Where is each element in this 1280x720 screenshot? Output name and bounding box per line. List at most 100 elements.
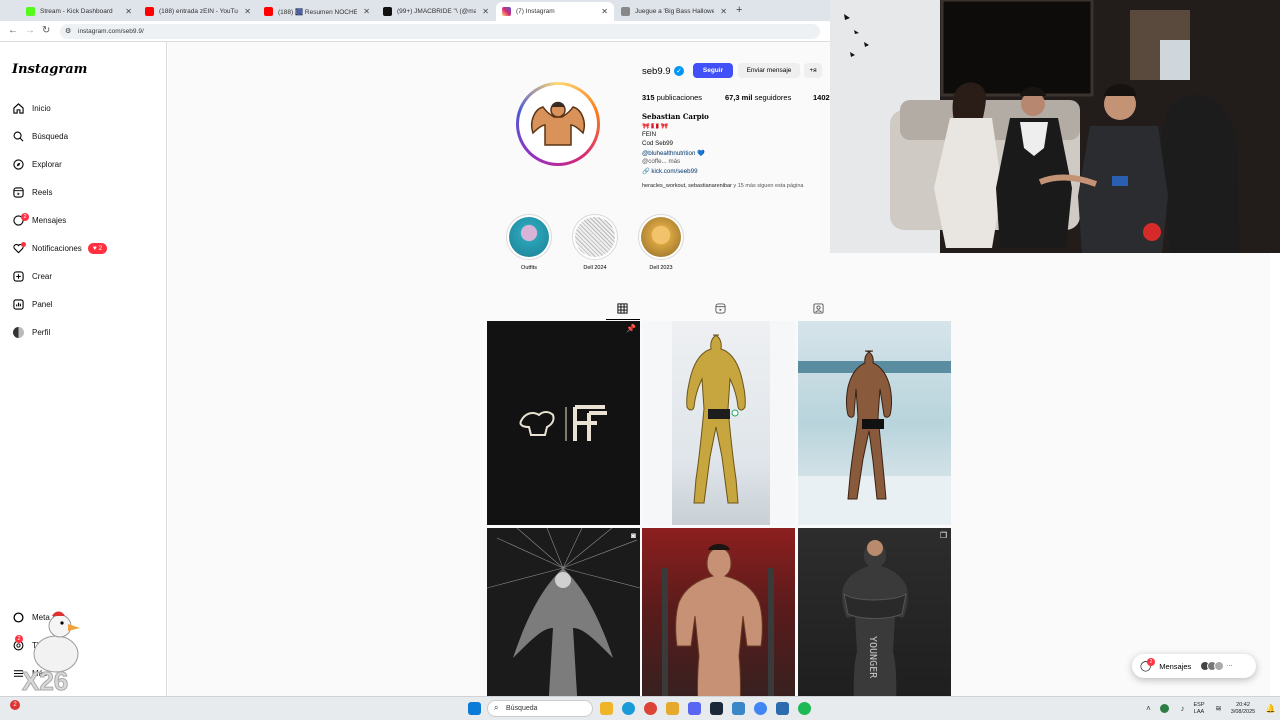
edge-icon[interactable] bbox=[622, 702, 635, 715]
post-stage-tan[interactable] bbox=[798, 321, 951, 525]
back-icon[interactable]: ← bbox=[8, 25, 18, 36]
app-icon[interactable] bbox=[732, 702, 745, 715]
followers-stat[interactable]: 67,3 mil seguidores bbox=[725, 93, 791, 102]
taskbar-search-input[interactable]: ⌕ Búsqueda bbox=[487, 700, 593, 717]
store-icon[interactable] bbox=[776, 702, 789, 715]
close-icon[interactable]: ✕ bbox=[720, 7, 727, 16]
browser-tab[interactable]: (99+) JMACBRIDE "\ (@macbr... ✕ bbox=[377, 2, 495, 21]
kick-icon bbox=[26, 7, 35, 16]
sidebar-item-reels[interactable]: Reels bbox=[12, 183, 52, 201]
sidebar-item-perfil[interactable]: Perfil bbox=[12, 323, 50, 341]
page-icon bbox=[621, 7, 630, 16]
bio-line: FEIN bbox=[642, 131, 657, 138]
carousel-icon: ❐ bbox=[939, 531, 947, 540]
highlight-outfits[interactable]: Outfits bbox=[506, 214, 552, 271]
wifi-icon[interactable]: ≋ bbox=[1212, 702, 1225, 715]
bio-line: Cod Seb99 bbox=[642, 140, 673, 147]
chrome-icon[interactable] bbox=[754, 702, 767, 715]
notifications-bell-icon[interactable]: 🔔 bbox=[1264, 702, 1277, 715]
highlight-dell-2024[interactable]: Dell 2024 bbox=[572, 214, 618, 271]
dashboard-icon bbox=[12, 298, 24, 310]
profile-avatar[interactable] bbox=[516, 82, 600, 166]
post-gym[interactable] bbox=[642, 528, 795, 696]
highlight-cover bbox=[638, 214, 684, 260]
address-bar: ← → ↻ ⚙ instagram.com/seb9.9/ bbox=[0, 21, 830, 42]
followed-by-text[interactable]: heracles_workout, sebastianarenibar y 15… bbox=[642, 183, 803, 189]
steam-icon[interactable] bbox=[710, 702, 723, 715]
tab-posts-grid-icon[interactable] bbox=[616, 302, 628, 314]
forward-icon[interactable]: → bbox=[25, 25, 35, 36]
reels-icon bbox=[12, 186, 24, 198]
sidebar-item-busqueda[interactable]: Búsqueda bbox=[12, 127, 68, 145]
sidebar-item-inicio[interactable]: Inicio bbox=[12, 99, 51, 117]
chrome-icon[interactable] bbox=[644, 702, 657, 715]
browser-tab-bar: Stream - Kick Dashboard ✕ (188) entrada … bbox=[0, 0, 830, 21]
post-angel[interactable]: ◙ bbox=[487, 528, 640, 696]
bio-line: 🎀 🇵🇪 🎀 bbox=[642, 123, 669, 130]
profile-tabs bbox=[486, 300, 952, 320]
tab-reels-icon[interactable] bbox=[714, 302, 726, 314]
pinned-icon: 📌 bbox=[626, 324, 636, 333]
sidebar-item-mensajes[interactable]: 2 Mensajes bbox=[12, 211, 66, 229]
follow-button[interactable]: Seguir bbox=[693, 63, 733, 78]
close-icon[interactable]: ✕ bbox=[244, 7, 251, 16]
windows-start-icon[interactable] bbox=[468, 702, 481, 715]
youtube-icon bbox=[145, 7, 154, 16]
bodybuilder-avatar-icon bbox=[521, 87, 595, 161]
browser-tab[interactable]: Stream - Kick Dashboard ✕ bbox=[20, 2, 138, 21]
url-input[interactable]: ⚙ instagram.com/seb9.9/ bbox=[60, 24, 820, 39]
post-logo[interactable]: 📌 bbox=[487, 321, 640, 525]
bio-mention-link[interactable]: @bluhealthnutrition 💙 bbox=[642, 149, 705, 157]
new-tab-icon[interactable]: + bbox=[736, 4, 742, 16]
avatar bbox=[1214, 661, 1225, 671]
tab-tagged-icon[interactable] bbox=[812, 302, 824, 314]
post-stage-gold[interactable] bbox=[642, 321, 795, 525]
instagram-sidebar: Instagram Inicio Búsqueda Explorar Reels… bbox=[0, 42, 167, 697]
posts-stat: 315 publicaciones bbox=[642, 93, 703, 102]
close-icon[interactable]: ✕ bbox=[601, 7, 608, 16]
heart-icon bbox=[12, 242, 26, 254]
close-icon[interactable]: ✕ bbox=[125, 7, 132, 16]
clock[interactable]: 20:42 3/08/2025 bbox=[1226, 702, 1260, 716]
svg-text:YOUNGER: YOUNGER bbox=[867, 636, 878, 679]
bio-more-link[interactable]: @coffe... más bbox=[642, 158, 680, 165]
highlight-dell-2023[interactable]: Dell 2023 bbox=[638, 214, 684, 271]
discord-icon[interactable] bbox=[688, 702, 701, 715]
search-icon: ⌕ bbox=[494, 703, 499, 712]
send-message-button[interactable]: Enviar mensaje bbox=[738, 63, 800, 78]
instagram-logo[interactable]: Instagram bbox=[12, 62, 87, 77]
profile-full-name: Sebastian Carpio bbox=[642, 112, 709, 121]
following-stat[interactable]: 1402 bbox=[813, 93, 830, 102]
reel-icon: ◙ bbox=[631, 531, 636, 540]
search-icon bbox=[12, 130, 24, 142]
compass-icon bbox=[12, 158, 24, 170]
reload-icon[interactable]: ↻ bbox=[42, 25, 50, 36]
youtube-icon bbox=[264, 7, 273, 16]
sidebar-item-crear[interactable]: Crear bbox=[12, 267, 52, 285]
chevron-up-icon[interactable]: ˄ bbox=[1142, 702, 1155, 715]
close-icon[interactable]: ✕ bbox=[482, 7, 489, 16]
network-icon[interactable] bbox=[1160, 704, 1169, 713]
bio-external-link[interactable]: 🔗 kick.com/seeb99 bbox=[642, 167, 698, 175]
messages-floating-button[interactable]: ◯ 2 Mensajes ··· bbox=[1132, 654, 1256, 678]
browser-tab[interactable]: Juegue a 'Big Bass Halloween 3'... ✕ bbox=[615, 2, 733, 21]
close-icon[interactable]: ✕ bbox=[363, 7, 370, 16]
sidebar-item-explorar[interactable]: Explorar bbox=[12, 155, 62, 173]
app-notification-icon[interactable]: 2 bbox=[10, 700, 20, 710]
sidebar-item-panel[interactable]: Panel bbox=[12, 295, 52, 313]
site-info-icon[interactable]: ⚙ bbox=[65, 24, 71, 39]
notifications-dot bbox=[21, 242, 26, 247]
post-dark[interactable]: YOUNGER ❐ bbox=[798, 528, 951, 696]
highlight-cover bbox=[572, 214, 618, 260]
messenger-icon: 2 bbox=[12, 213, 29, 226]
browser-tab-active[interactable]: (7) Instagram ✕ bbox=[496, 2, 614, 21]
file-explorer-icon[interactable] bbox=[600, 702, 613, 715]
folder-icon[interactable] bbox=[666, 702, 679, 715]
browser-tab[interactable]: (188) 🎆 Resumen NOCHE DO... ✕ bbox=[258, 2, 376, 21]
sidebar-item-notificaciones[interactable]: Notificaciones ♥ 2 bbox=[12, 239, 108, 257]
instagram-icon bbox=[502, 7, 511, 16]
language-indicator[interactable]: ESP LAA bbox=[1188, 702, 1210, 716]
browser-tab[interactable]: (188) entrada zEIN - YouTube ✕ bbox=[139, 2, 257, 21]
suggest-account-button[interactable]: +ᴙ bbox=[804, 63, 822, 78]
spotify-icon[interactable] bbox=[798, 702, 811, 715]
